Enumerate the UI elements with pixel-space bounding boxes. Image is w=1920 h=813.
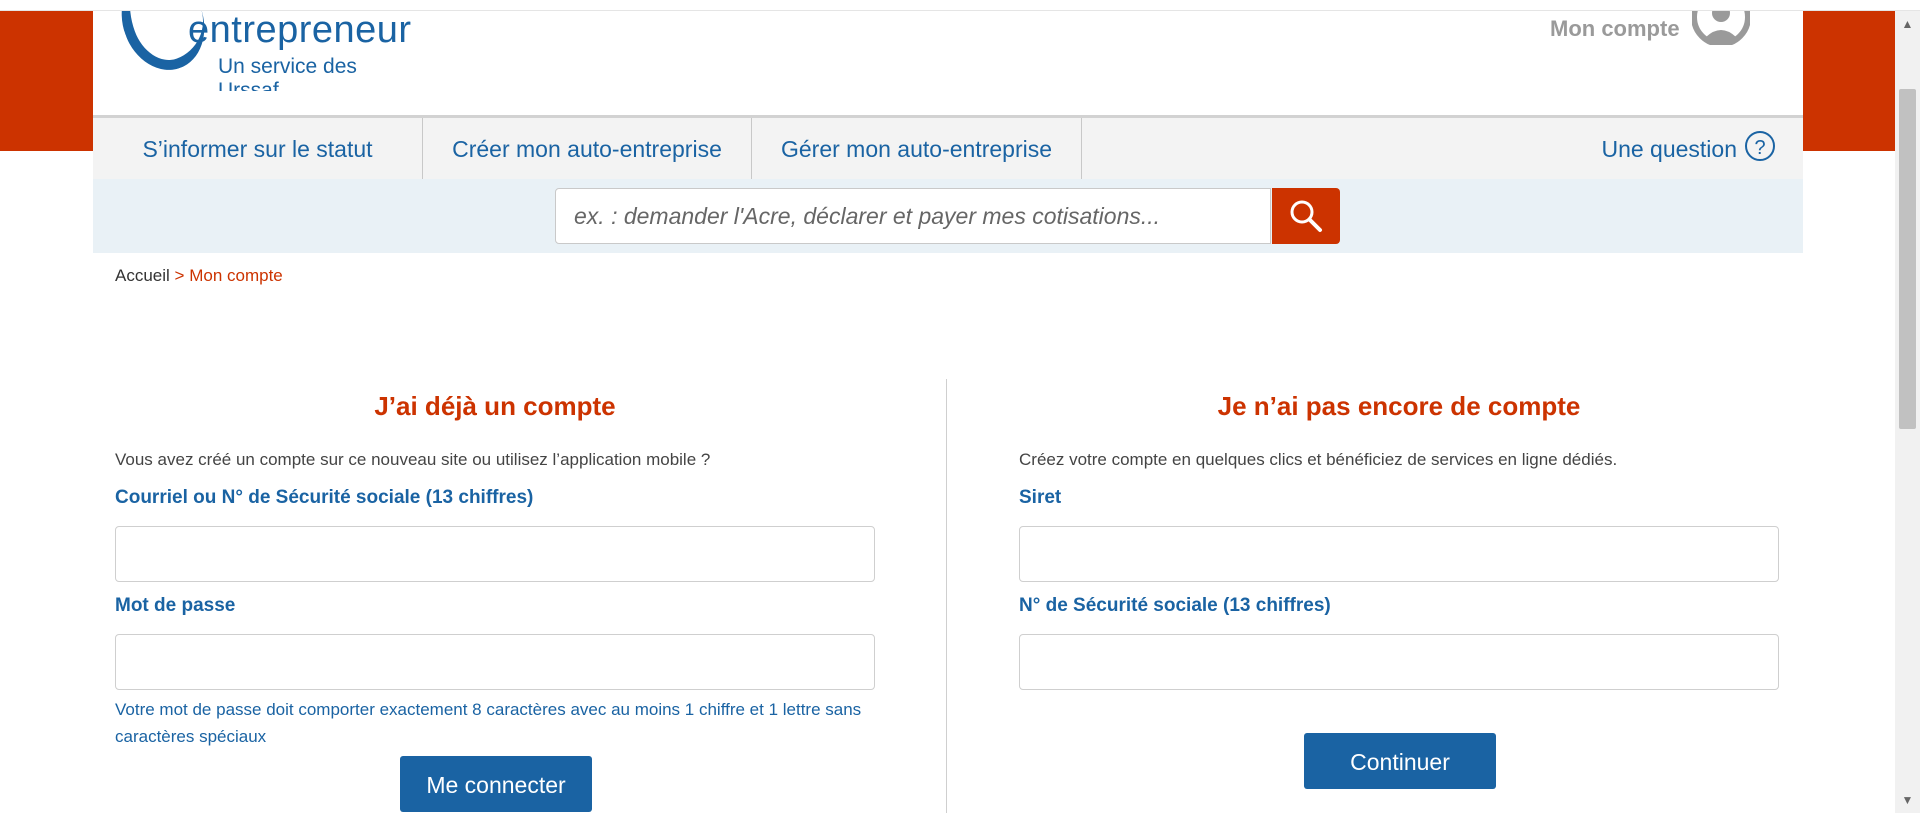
help-circle-icon: ? xyxy=(1745,131,1775,161)
login-button[interactable]: Me connecter xyxy=(400,756,592,812)
breadcrumb-home[interactable]: Accueil xyxy=(115,266,170,285)
ssn-label: N° de Sécurité sociale (13 chiffres) xyxy=(1019,595,1331,616)
header-red-band-right xyxy=(1803,11,1895,151)
column-divider xyxy=(946,379,947,813)
header-red-band-left xyxy=(0,11,93,151)
scroll-thumb[interactable] xyxy=(1899,89,1916,429)
site-logo[interactable]: entrepreneur Un service des Urssaf xyxy=(93,11,423,91)
breadcrumb: Accueil > Mon compte xyxy=(115,266,283,286)
page-container: entrepreneur Un service des Urssaf Mon c… xyxy=(93,11,1803,813)
email-label: Courriel ou N° de Sécurité sociale (13 c… xyxy=(115,487,534,508)
search-band xyxy=(93,179,1803,253)
user-icon xyxy=(1691,11,1750,45)
password-field[interactable] xyxy=(115,634,875,690)
search-input[interactable] xyxy=(555,188,1271,244)
question-link[interactable]: Une question ? xyxy=(1601,118,1775,180)
breadcrumb-current: Mon compte xyxy=(189,266,283,285)
siret-field[interactable] xyxy=(1019,526,1779,582)
nav-item-creer[interactable]: Créer mon auto-entreprise xyxy=(423,118,752,180)
account-link[interactable]: Mon compte xyxy=(1550,11,1750,45)
breadcrumb-separator: > xyxy=(174,266,185,285)
email-field[interactable] xyxy=(115,526,875,582)
vertical-scrollbar[interactable]: ▲ ▼ xyxy=(1895,11,1920,813)
question-label: Une question xyxy=(1601,135,1737,162)
logo-text: entrepreneur xyxy=(188,11,412,51)
scroll-down-icon[interactable]: ▼ xyxy=(1895,787,1920,813)
login-title: J’ai déjà un compte xyxy=(374,391,616,421)
scroll-up-icon[interactable]: ▲ xyxy=(1895,11,1920,37)
register-description: Créez votre compte en quelques clics et … xyxy=(1019,450,1618,469)
ssn-field[interactable] xyxy=(1019,634,1779,690)
search-button[interactable] xyxy=(1272,188,1340,244)
search-icon xyxy=(1290,200,1322,232)
logo-subtitle: Un service des Urssaf xyxy=(218,55,357,91)
password-label: Mot de passe xyxy=(115,595,236,616)
account-label: Mon compte xyxy=(1550,16,1680,41)
main-nav: S’informer sur le statut Créer mon auto-… xyxy=(93,115,1803,182)
nav-item-informer[interactable]: S’informer sur le statut xyxy=(93,118,423,180)
password-hint: Votre mot de passe doit comporter exacte… xyxy=(115,700,862,746)
siret-label: Siret xyxy=(1019,487,1062,508)
register-title: Je n’ai pas encore de compte xyxy=(1217,391,1581,421)
continue-button[interactable]: Continuer xyxy=(1304,733,1496,789)
login-description: Vous avez créé un compte sur ce nouveau … xyxy=(115,450,711,469)
browser-top-edge xyxy=(0,0,1920,11)
nav-item-gerer[interactable]: Gérer mon auto-entreprise xyxy=(752,118,1082,180)
